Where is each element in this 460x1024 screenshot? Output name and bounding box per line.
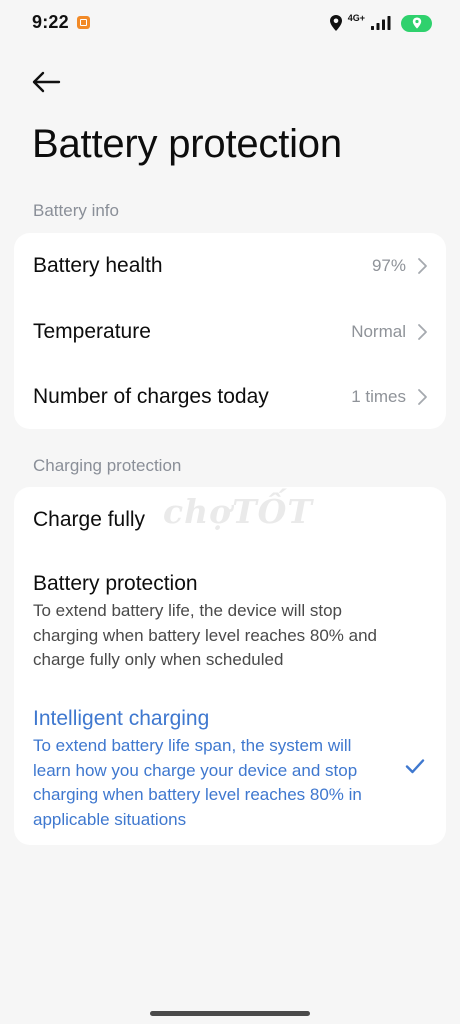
chevron-right-icon (418, 258, 427, 274)
signal-icon (371, 16, 391, 30)
checkmark-icon (405, 759, 425, 774)
option-description: To extend battery life, the device will … (33, 601, 377, 669)
row-temperature[interactable]: Temperature Normal (14, 299, 446, 365)
battery-location-icon (401, 14, 432, 32)
chevron-right-icon (418, 324, 427, 340)
section-header-charging-protection: Charging protection (33, 456, 182, 475)
status-icons: 4G+ (329, 13, 432, 33)
row-value: 1 times (351, 387, 406, 406)
option-title: Intelligent charging (33, 707, 210, 730)
row-value: Normal (351, 322, 406, 341)
option-intelligent-charging[interactable]: Intelligent charging To extend battery l… (14, 692, 446, 837)
status-time: 9:22 (32, 12, 69, 32)
arrow-left-icon (32, 71, 61, 93)
back-button[interactable] (28, 64, 64, 100)
row-label: Battery health (33, 254, 163, 277)
row-charges-today[interactable]: Number of charges today 1 times (14, 365, 446, 429)
store-icon (77, 16, 90, 29)
status-bar: 9:22 4G+ (0, 0, 460, 46)
page-title: Battery protection (32, 122, 342, 166)
battery-pin-icon (412, 17, 421, 29)
network-type: 4G+ (347, 13, 365, 23)
option-charge-fully[interactable]: Charge fully (14, 487, 446, 553)
home-indicator[interactable] (150, 1011, 310, 1016)
option-title: Charge fully (33, 508, 146, 531)
option-description: To extend battery life span, the system … (33, 736, 362, 829)
row-label: Temperature (33, 320, 151, 343)
row-label: Number of charges today (33, 385, 269, 408)
row-value: 97% (371, 256, 406, 275)
battery-info-card: Battery health 97% Temperature Normal Nu… (14, 233, 446, 429)
section-header-battery-info: Battery info (33, 201, 119, 220)
option-battery-protection[interactable]: Battery protection To extend battery lif… (14, 557, 446, 677)
chevron-right-icon (418, 389, 427, 405)
row-battery-health[interactable]: Battery health 97% (14, 233, 446, 299)
charging-protection-card: Charge fully Battery protection To exten… (14, 487, 446, 845)
option-title: Battery protection (33, 572, 198, 595)
location-icon (329, 15, 342, 31)
